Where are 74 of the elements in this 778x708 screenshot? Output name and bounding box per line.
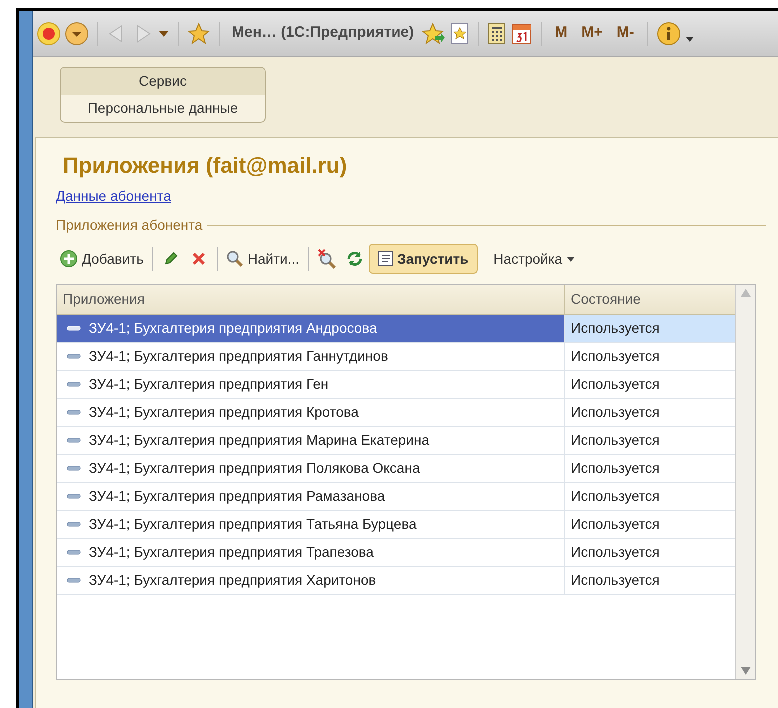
delete-icon [190,251,207,267]
table-cell-text: ЗУ4-1; Бухгалтерия предприятия Полякова Оксана [89,459,420,478]
section-item[interactable]: Персональные данные [61,95,265,122]
refresh-icon [346,250,364,268]
caret-icon[interactable] [158,30,170,38]
table-cell-text: ЗУ4-1; Бухгалтерия предприятия Трапезова [89,543,374,562]
add-button[interactable]: Добавить [56,245,148,273]
item-dash-icon [67,410,81,415]
table-cell-text: Используется [571,375,660,394]
info-icon[interactable] [656,20,682,46]
table-cell-text: ЗУ4-1; Бухгалтерия предприятия Рамазанова [89,487,386,506]
settings-menu-button[interactable]: Настройка [486,245,583,273]
memory-button[interactable]: M [550,22,573,45]
memory-button[interactable]: M- [612,22,640,45]
dropdown-circle-icon[interactable] [65,22,89,46]
column-header[interactable]: Приложения [57,285,565,314]
window-title: Мен… (1С:Предприятие) [231,23,416,44]
table-cell-text: Используется [571,571,660,590]
star-icon[interactable] [187,22,211,46]
table-row[interactable]: ЗУ4-1; Бухгалтерия предприятия Харитонов Используется [57,567,735,595]
caret-icon[interactable] [686,37,694,42]
table-row[interactable]: ЗУ4-1; Бухгалтерия предприятия Ген Используется [57,371,735,399]
group-title: Приложения абонента [56,216,203,235]
table-cell-text: Используется [571,319,660,338]
calculator-icon[interactable] [487,22,508,44]
item-dash-icon [67,382,81,387]
table-row[interactable]: ЗУ4-1; Бухгалтерия предприятия Рамазанова Используется [57,483,735,511]
section-item[interactable]: Сервис [61,68,265,95]
table-cell-text: Используется [571,459,660,478]
caret-icon [566,256,575,262]
find-button[interactable]: Найти... [222,245,304,273]
search-icon [226,250,244,268]
table-cell-text: Используется [571,431,660,450]
item-dash-icon [67,494,81,499]
item-dash-icon [67,578,81,583]
table-cell-text: ЗУ4-1; Бухгалтерия предприятия Ген [89,375,329,394]
table-cell-text: Используется [571,543,660,562]
table-cell-text: Используется [571,515,660,534]
pencil-icon [162,251,179,267]
table-cell-text: ЗУ4-1; Бухгалтерия предприятия Татьяна Бурцева [89,515,417,534]
item-dash-icon [67,522,81,527]
table-cell-text: Используется [571,403,660,422]
star-arrow-icon[interactable] [422,22,446,46]
table-cell-text: Используется [571,487,660,506]
table-row[interactable]: ЗУ4-1; Бухгалтерия предприятия Полякова Оксана Используется [57,455,735,483]
table-row[interactable]: ЗУ4-1; Бухгалтерия предприятия Андросова Используется [57,315,735,343]
table-cell-text: ЗУ4-1; Бухгалтерия предприятия Ганнутдинов [89,347,388,366]
scrollbar[interactable] [735,285,755,679]
item-dash-icon [67,550,81,555]
plus-icon [60,250,78,268]
form-title: Приложения (fait@mail.ru) [62,152,348,180]
table-cell-text: ЗУ4-1; Бухгалтерия предприятия Андросова [89,319,378,338]
table-row[interactable]: ЗУ4-1; Бухгалтерия предприятия Татьяна Бурцева Используется [57,511,735,539]
table-row[interactable]: ЗУ4-1; Бухгалтерия предприятия Ганнутдинов Используется [57,343,735,371]
calendar-icon[interactable] [511,22,534,46]
column-header[interactable]: Состояние [565,285,735,314]
table-cell-text: ЗУ4-1; Бухгалтерия предприятия Харитонов [89,571,376,590]
scroll-down-icon[interactable] [740,667,750,675]
item-dash-icon [67,354,81,359]
memory-button[interactable]: M+ [576,22,608,45]
item-dash-icon [67,326,81,331]
run-button[interactable]: Запустить [368,244,478,274]
table-row[interactable]: ЗУ4-1; Бухгалтерия предприятия Кротова Используется [57,399,735,427]
subscriber-data-link[interactable]: Данные абонента [56,186,172,207]
form-icon [378,251,394,267]
table-cell-text: Используется [571,347,660,366]
table-cell-text: ЗУ4-1; Бухгалтерия предприятия Марина Екатерина [89,431,430,450]
table-row[interactable]: ЗУ4-1; Бухгалтерия предприятия Трапезова Используется [57,539,735,567]
clear-search-icon [316,249,336,269]
item-dash-icon [67,466,81,471]
logo-icon[interactable] [37,22,61,46]
table-row[interactable]: ЗУ4-1; Бухгалтерия предприятия Марина Екатерина Используется [57,427,735,455]
table-cell-text: ЗУ4-1; Бухгалтерия предприятия Кротова [89,403,359,422]
item-dash-icon [67,438,81,443]
